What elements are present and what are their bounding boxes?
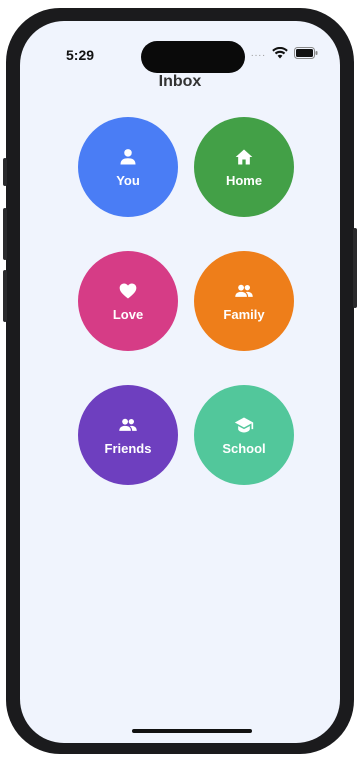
category-label: Love: [112, 306, 144, 322]
heart-icon: [119, 283, 137, 298]
category-label: Friends: [104, 440, 152, 456]
category-love-button[interactable]: Love: [78, 251, 178, 351]
category-label: School: [222, 440, 266, 456]
category-label: Home: [225, 172, 263, 188]
category-school-button[interactable]: School: [194, 385, 294, 485]
screen: 5:29 .... Inbox You Home Love Family Fri…: [20, 21, 340, 743]
phone-frame: 5:29 .... Inbox You Home Love Family Fri…: [3, 8, 357, 754]
volume-down-button: [3, 270, 7, 322]
mute-switch: [3, 158, 7, 186]
home-icon: [235, 149, 253, 164]
category-label: You: [116, 172, 140, 188]
category-family-button[interactable]: Family: [194, 251, 294, 351]
home-indicator[interactable]: [132, 729, 252, 733]
school-icon: [234, 417, 254, 432]
category-label: Family: [223, 306, 265, 322]
category-you-button[interactable]: You: [78, 117, 178, 217]
people-icon: [119, 418, 137, 431]
person-icon: [120, 148, 136, 164]
category-friends-button[interactable]: Friends: [78, 385, 178, 485]
volume-up-button: [3, 208, 7, 260]
people-icon: [235, 284, 253, 297]
power-button: [353, 228, 357, 308]
category-home-button[interactable]: Home: [194, 117, 294, 217]
category-grid: You Home Love Family Friends School: [20, 21, 340, 621]
